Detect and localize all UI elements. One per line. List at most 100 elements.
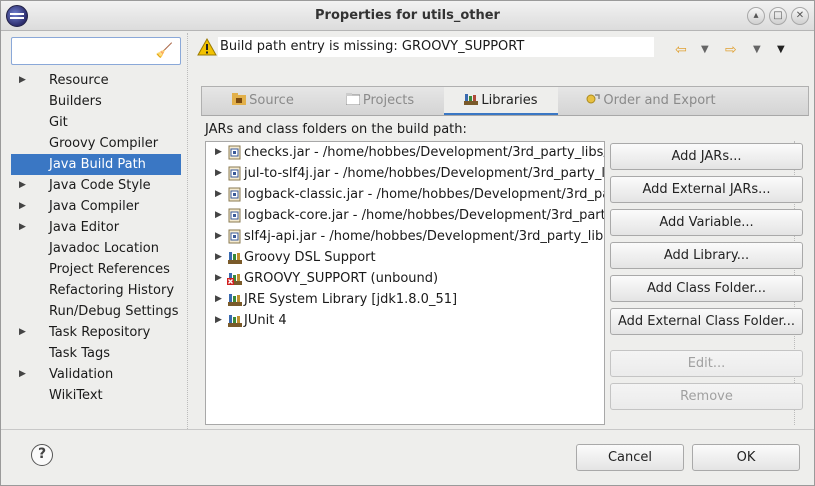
entry-label: GROOVY_SUPPORT (unbound) bbox=[244, 271, 439, 286]
minimize-icon[interactable]: ▴ bbox=[747, 7, 765, 25]
nav-item-groovy-compiler[interactable]: Groovy Compiler bbox=[11, 133, 181, 154]
build-path-entry[interactable]: ▶ JUnit 4 bbox=[206, 310, 604, 331]
nav-item-java-compiler[interactable]: ▶ Java Compiler bbox=[11, 196, 181, 217]
build-path-entry[interactable]: ▶ logback-core.jar - /home/hobbes/Develop… bbox=[206, 205, 604, 226]
ok-button[interactable]: OK bbox=[692, 444, 800, 471]
build-path-entry[interactable]: ▶ JRE System Library [jdk1.8.0_51] bbox=[206, 289, 604, 310]
expand-arrow-icon[interactable]: ▶ bbox=[19, 196, 26, 217]
nav-item-label: Java Editor bbox=[49, 220, 120, 235]
expand-arrow-icon[interactable]: ▶ bbox=[215, 205, 222, 226]
nav-item-task-tags[interactable]: Task Tags bbox=[11, 343, 181, 364]
preference-nav-pane: 🧹 ▶ Resource Builders Git Groovy Compiler Jav… bbox=[5, 33, 187, 429]
library-icon bbox=[228, 252, 242, 264]
page-history-nav: ⇦ ▼ ⇨ ▼ ▼ bbox=[669, 42, 809, 72]
nav-item-javadoc-location[interactable]: Javadoc Location bbox=[11, 238, 181, 259]
expand-arrow-icon[interactable]: ▶ bbox=[215, 268, 222, 289]
properties-dialog: Properties for utils_other ▴ □ ✕ 🧹 ▶ Reso… bbox=[0, 0, 815, 486]
entry-label: JRE System Library [jdk1.8.0_51] bbox=[244, 292, 458, 307]
expand-arrow-icon[interactable]: ▶ bbox=[215, 226, 222, 247]
expand-arrow-icon[interactable]: ▶ bbox=[19, 175, 26, 196]
nav-item-git[interactable]: Git bbox=[11, 112, 181, 133]
filter-input[interactable] bbox=[16, 42, 150, 60]
library-icon bbox=[228, 315, 242, 327]
help-icon[interactable]: ? bbox=[31, 444, 53, 466]
nav-item-java-build-path[interactable]: Java Build Path bbox=[11, 154, 181, 175]
nav-item-wikitext[interactable]: WikiText bbox=[11, 385, 181, 406]
build-path-entry[interactable]: ▶ logback-classic.jar - /home/hobbes/Deve… bbox=[206, 184, 604, 205]
add-external-class-folder-button[interactable]: Add External Class Folder... bbox=[610, 308, 803, 335]
nav-item-label: Resource bbox=[49, 73, 109, 88]
nav-item-resource[interactable]: ▶ Resource bbox=[11, 70, 181, 91]
add-library-button[interactable]: Add Library... bbox=[610, 242, 803, 269]
build-path-entry[interactable]: ▶ slf4j-api.jar - /home/hobbes/Developmen… bbox=[206, 226, 604, 247]
nav-item-project-references[interactable]: Project References bbox=[11, 259, 181, 280]
add-class-folder-button[interactable]: Add Class Folder... bbox=[610, 275, 803, 302]
build-path-entry[interactable]: ▶ checks.jar - /home/hobbes/Development/3… bbox=[206, 142, 604, 163]
back-arrow-icon[interactable]: ⇦ bbox=[675, 42, 687, 58]
build-path-entry[interactable]: ▶ GROOVY_SUPPORT (unbound) bbox=[206, 268, 604, 289]
jar-icon bbox=[228, 187, 241, 202]
entry-label: Groovy DSL Support bbox=[244, 250, 376, 265]
filter-field[interactable]: 🧹 bbox=[11, 37, 181, 65]
entry-label: jul-to-slf4j.jar - /home/hobbes/Developm… bbox=[244, 166, 605, 181]
add-jars-button[interactable]: Add JARs... bbox=[610, 143, 803, 170]
nav-item-run-debug-settings[interactable]: Run/Debug Settings bbox=[11, 301, 181, 322]
window-title: Properties for utils_other bbox=[315, 8, 500, 23]
library-error-icon bbox=[227, 273, 242, 285]
expand-arrow-icon[interactable]: ▶ bbox=[19, 364, 26, 385]
nav-item-label: Task Repository bbox=[49, 325, 151, 340]
build-path-entry[interactable]: ▶ jul-to-slf4j.jar - /home/hobbes/Develop… bbox=[206, 163, 604, 184]
tab-order-and-export[interactable]: Order and Export bbox=[586, 87, 716, 115]
close-icon[interactable]: ✕ bbox=[791, 7, 809, 25]
nav-item-task-repository[interactable]: ▶ Task Repository bbox=[11, 322, 181, 343]
add-variable-button[interactable]: Add Variable... bbox=[610, 209, 803, 236]
nav-item-validation[interactable]: ▶ Validation bbox=[11, 364, 181, 385]
remove-button[interactable]: Remove bbox=[610, 383, 803, 410]
project-folder-icon bbox=[345, 93, 360, 105]
jar-icon bbox=[228, 229, 241, 244]
expand-arrow-icon[interactable]: ▶ bbox=[215, 247, 222, 268]
jar-icon bbox=[228, 145, 241, 160]
add-external-jars-button[interactable]: Add External JARs... bbox=[610, 176, 803, 203]
build-path-entries-tree[interactable]: ▶ checks.jar - /home/hobbes/Development/3… bbox=[205, 141, 605, 425]
forward-arrow-icon[interactable]: ⇨ bbox=[725, 42, 737, 58]
build-path-tabs: Source Projects Libraries Order and Expo… bbox=[201, 86, 809, 116]
nav-item-label: Builders bbox=[49, 94, 102, 109]
nav-item-label: Task Tags bbox=[49, 346, 110, 361]
back-dropdown-icon[interactable]: ▼ bbox=[701, 44, 709, 55]
build-path-entry[interactable]: ▶ Groovy DSL Support bbox=[206, 247, 604, 268]
nav-item-label: Groovy Compiler bbox=[49, 136, 159, 151]
nav-item-java-editor[interactable]: ▶ Java Editor bbox=[11, 217, 181, 238]
expand-arrow-icon[interactable]: ▶ bbox=[215, 142, 222, 163]
tab-projects[interactable]: Projects bbox=[338, 87, 422, 115]
expand-arrow-icon[interactable]: ▶ bbox=[215, 184, 222, 205]
nav-item-label: Java Code Style bbox=[49, 178, 151, 193]
expand-arrow-icon[interactable]: ▶ bbox=[215, 163, 222, 184]
libraries-icon bbox=[464, 94, 479, 105]
cancel-button[interactable]: Cancel bbox=[576, 444, 684, 471]
expand-arrow-icon[interactable]: ▶ bbox=[19, 70, 26, 91]
build-path-page: Build path entry is missing: GROOVY_SUPP… bbox=[191, 33, 812, 429]
tab-source[interactable]: Source bbox=[224, 87, 302, 115]
expand-arrow-icon[interactable]: ▶ bbox=[19, 217, 26, 238]
view-menu-icon[interactable]: ▼ bbox=[777, 44, 785, 55]
nav-item-label: Project References bbox=[49, 262, 170, 277]
jar-icon bbox=[228, 166, 241, 181]
order-export-icon bbox=[586, 94, 601, 104]
expand-arrow-icon[interactable]: ▶ bbox=[215, 289, 222, 310]
expand-arrow-icon[interactable]: ▶ bbox=[19, 322, 26, 343]
title-bar[interactable]: Properties for utils_other ▴ □ ✕ bbox=[1, 1, 814, 31]
nav-item-refactoring-history[interactable]: Refactoring History bbox=[11, 280, 181, 301]
clear-filter-icon[interactable]: 🧹 bbox=[156, 43, 173, 59]
tab-libraries[interactable]: Libraries bbox=[444, 87, 558, 115]
expand-arrow-icon[interactable]: ▶ bbox=[215, 310, 222, 331]
maximize-icon[interactable]: □ bbox=[769, 7, 787, 25]
nav-item-label: Refactoring History bbox=[49, 283, 175, 298]
entry-label: checks.jar - /home/hobbes/Development/3r… bbox=[244, 145, 605, 160]
nav-item-label: WikiText bbox=[49, 388, 103, 403]
forward-dropdown-icon[interactable]: ▼ bbox=[753, 44, 761, 55]
warning-icon bbox=[197, 37, 217, 56]
nav-item-builders[interactable]: Builders bbox=[11, 91, 181, 112]
edit-button[interactable]: Edit... bbox=[610, 350, 803, 377]
nav-item-java-code-style[interactable]: ▶ Java Code Style bbox=[11, 175, 181, 196]
